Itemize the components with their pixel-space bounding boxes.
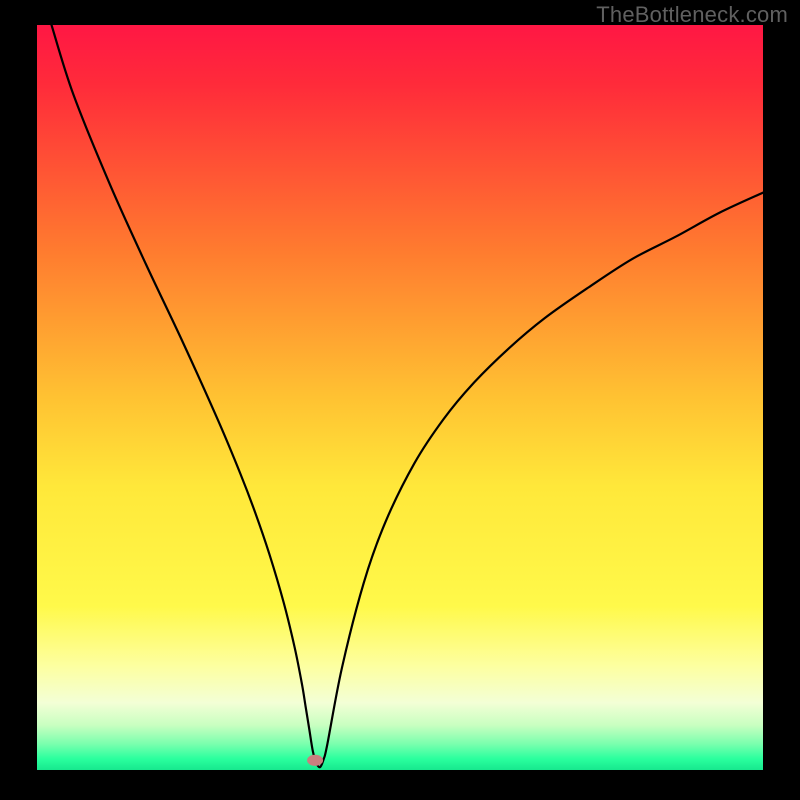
min-marker [307,755,323,766]
gradient-background [37,25,763,770]
watermark-text: TheBottleneck.com [596,2,788,28]
plot-area [37,25,763,770]
chart-svg [37,25,763,770]
chart-frame: TheBottleneck.com [0,0,800,800]
